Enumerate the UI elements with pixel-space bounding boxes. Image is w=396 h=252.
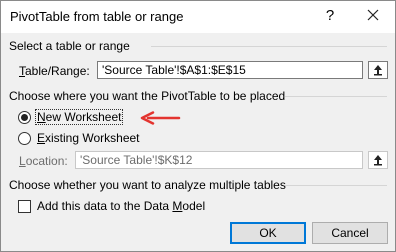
pivottable-dialog: PivotTable from table or range ? Select … (0, 0, 396, 252)
data-model-label[interactable]: Add this data to the Data Model (37, 199, 205, 213)
data-model-prefix: Add this data to the Data (37, 199, 173, 213)
location-label: Location: (19, 154, 68, 168)
placement-heading: Choose where you want the PivotTable to … (9, 89, 286, 103)
title-bar: PivotTable from table or range ? (1, 1, 395, 33)
red-arrow-annotation (140, 111, 181, 125)
close-icon[interactable] (363, 5, 383, 25)
data-model-text: odel (182, 199, 206, 213)
group-divider (151, 46, 387, 47)
new-worksheet-radio[interactable] (18, 111, 31, 124)
focus-outline: New Worksheet (35, 109, 124, 125)
group-divider (285, 96, 387, 97)
location-label-text: ocation: (25, 154, 68, 168)
data-model-checkbox[interactable] (18, 200, 31, 213)
table-range-label: Table/Range: (19, 64, 90, 78)
location-collapse-dialog-icon[interactable] (368, 151, 388, 169)
collapse-arrow-glyph (374, 155, 382, 166)
existing-worksheet-text: xisting Worksheet (45, 131, 140, 145)
cancel-button[interactable]: Cancel (312, 222, 388, 244)
existing-worksheet-label[interactable]: Existing Worksheet (37, 131, 140, 145)
select-table-heading: Select a table or range (9, 39, 130, 53)
ok-button[interactable]: OK (230, 222, 306, 244)
radio-selected-dot (21, 114, 28, 121)
new-worksheet-text: ew Worksheet (45, 110, 122, 124)
table-range-label-text: able/Range: (25, 64, 90, 78)
table-range-input[interactable]: 'Source Table'!$A$1:$E$15 (97, 61, 363, 79)
new-worksheet-label[interactable]: New Worksheet (35, 109, 124, 125)
close-glyph (367, 9, 379, 21)
location-label-accel: L (19, 154, 26, 168)
help-button[interactable]: ? (320, 7, 340, 24)
location-input[interactable]: 'Source Table'!$K$12 (75, 151, 363, 169)
collapse-arrow-glyph (374, 65, 382, 76)
existing-worksheet-accel: E (37, 131, 46, 145)
group-divider (285, 185, 387, 186)
collapse-dialog-icon[interactable] (368, 61, 388, 79)
dialog-title: PivotTable from table or range (10, 9, 184, 24)
existing-worksheet-radio[interactable] (18, 132, 31, 145)
analyze-heading: Choose whether you want to analyze multi… (9, 178, 286, 192)
data-model-accel: M (172, 199, 183, 213)
new-worksheet-accel: N (37, 110, 46, 124)
